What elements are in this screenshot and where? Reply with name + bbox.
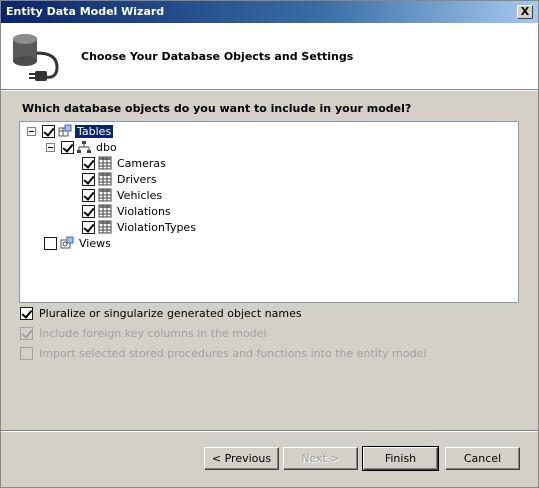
wizard-window: Entity Data Model Wizard X Choose Your D… bbox=[0, 0, 539, 488]
finish-button[interactable]: Finish bbox=[362, 446, 439, 471]
next-button: Next > bbox=[283, 447, 358, 470]
tables-label: Tables bbox=[75, 124, 114, 138]
foreign-keys-checkbox bbox=[20, 327, 33, 340]
views-folder-icon bbox=[60, 236, 74, 249]
tree-item-vehicles[interactable]: Vehicles bbox=[82, 187, 164, 203]
pluralize-checkbox[interactable] bbox=[20, 307, 33, 320]
collapse-dbo-icon[interactable] bbox=[46, 142, 55, 152]
table-icon bbox=[98, 204, 112, 218]
cancel-button[interactable]: Cancel bbox=[445, 447, 520, 470]
tree-item-drivers[interactable]: Drivers bbox=[82, 171, 159, 187]
title-bar[interactable]: Entity Data Model Wizard X bbox=[1, 1, 538, 23]
drivers-label: Drivers bbox=[117, 172, 157, 186]
database-objects-tree[interactable]: Tables dbo Cameras Drivers Vehicles Viol… bbox=[19, 121, 519, 303]
violations-label: Violations bbox=[117, 204, 171, 218]
close-button[interactable]: X bbox=[517, 5, 533, 19]
tables-checkbox[interactable] bbox=[42, 124, 55, 138]
table-icon bbox=[98, 220, 112, 234]
import-procs-checkbox bbox=[20, 347, 33, 360]
table-icon bbox=[98, 172, 112, 186]
previous-button[interactable]: < Previous bbox=[204, 447, 279, 470]
objects-question-label: Which database objects do you want to in… bbox=[22, 102, 412, 115]
tree-node-tables[interactable]: Tables bbox=[27, 123, 114, 139]
collapse-tables-icon[interactable] bbox=[27, 126, 36, 136]
foreign-keys-label: Include foreign key columns in the model bbox=[39, 327, 267, 340]
cameras-label: Cameras bbox=[117, 156, 166, 170]
close-icon: X bbox=[520, 5, 530, 18]
drivers-checkbox[interactable] bbox=[82, 172, 95, 186]
cameras-checkbox[interactable] bbox=[82, 156, 95, 170]
tree-node-views[interactable]: Views bbox=[44, 235, 113, 251]
vehicles-checkbox[interactable] bbox=[82, 188, 95, 202]
violationtypes-label: ViolationTypes bbox=[117, 220, 196, 234]
tables-folder-icon bbox=[58, 124, 72, 137]
header-divider bbox=[1, 89, 538, 91]
pluralize-label: Pluralize or singularize generated objec… bbox=[39, 307, 302, 320]
schema-icon bbox=[77, 141, 91, 153]
views-checkbox[interactable] bbox=[44, 236, 57, 250]
vehicles-label: Vehicles bbox=[117, 188, 163, 202]
views-label: Views bbox=[79, 236, 111, 250]
import-procs-label: Import selected stored procedures and fu… bbox=[39, 347, 427, 360]
tree-node-dbo[interactable]: dbo bbox=[46, 139, 119, 155]
dbo-label: dbo bbox=[96, 140, 117, 154]
dbo-checkbox[interactable] bbox=[61, 140, 74, 154]
footer-divider bbox=[1, 430, 538, 432]
tree-item-cameras[interactable]: Cameras bbox=[82, 155, 168, 171]
wizard-header: Choose Your Database Objects and Setting… bbox=[1, 23, 538, 89]
tree-item-violations[interactable]: Violations bbox=[82, 203, 173, 219]
table-icon bbox=[98, 156, 112, 170]
window-title: Entity Data Model Wizard bbox=[6, 5, 165, 18]
pluralize-option[interactable]: Pluralize or singularize generated objec… bbox=[20, 307, 302, 320]
import-procs-option: Import selected stored procedures and fu… bbox=[20, 347, 426, 360]
tree-item-violationtypes[interactable]: ViolationTypes bbox=[82, 219, 198, 235]
violationtypes-checkbox[interactable] bbox=[82, 220, 95, 234]
page-title: Choose Your Database Objects and Setting… bbox=[81, 50, 354, 63]
table-icon bbox=[98, 188, 112, 202]
foreign-keys-option: Include foreign key columns in the model bbox=[20, 327, 267, 340]
database-plug-icon bbox=[13, 34, 59, 81]
violations-checkbox[interactable] bbox=[82, 204, 95, 218]
